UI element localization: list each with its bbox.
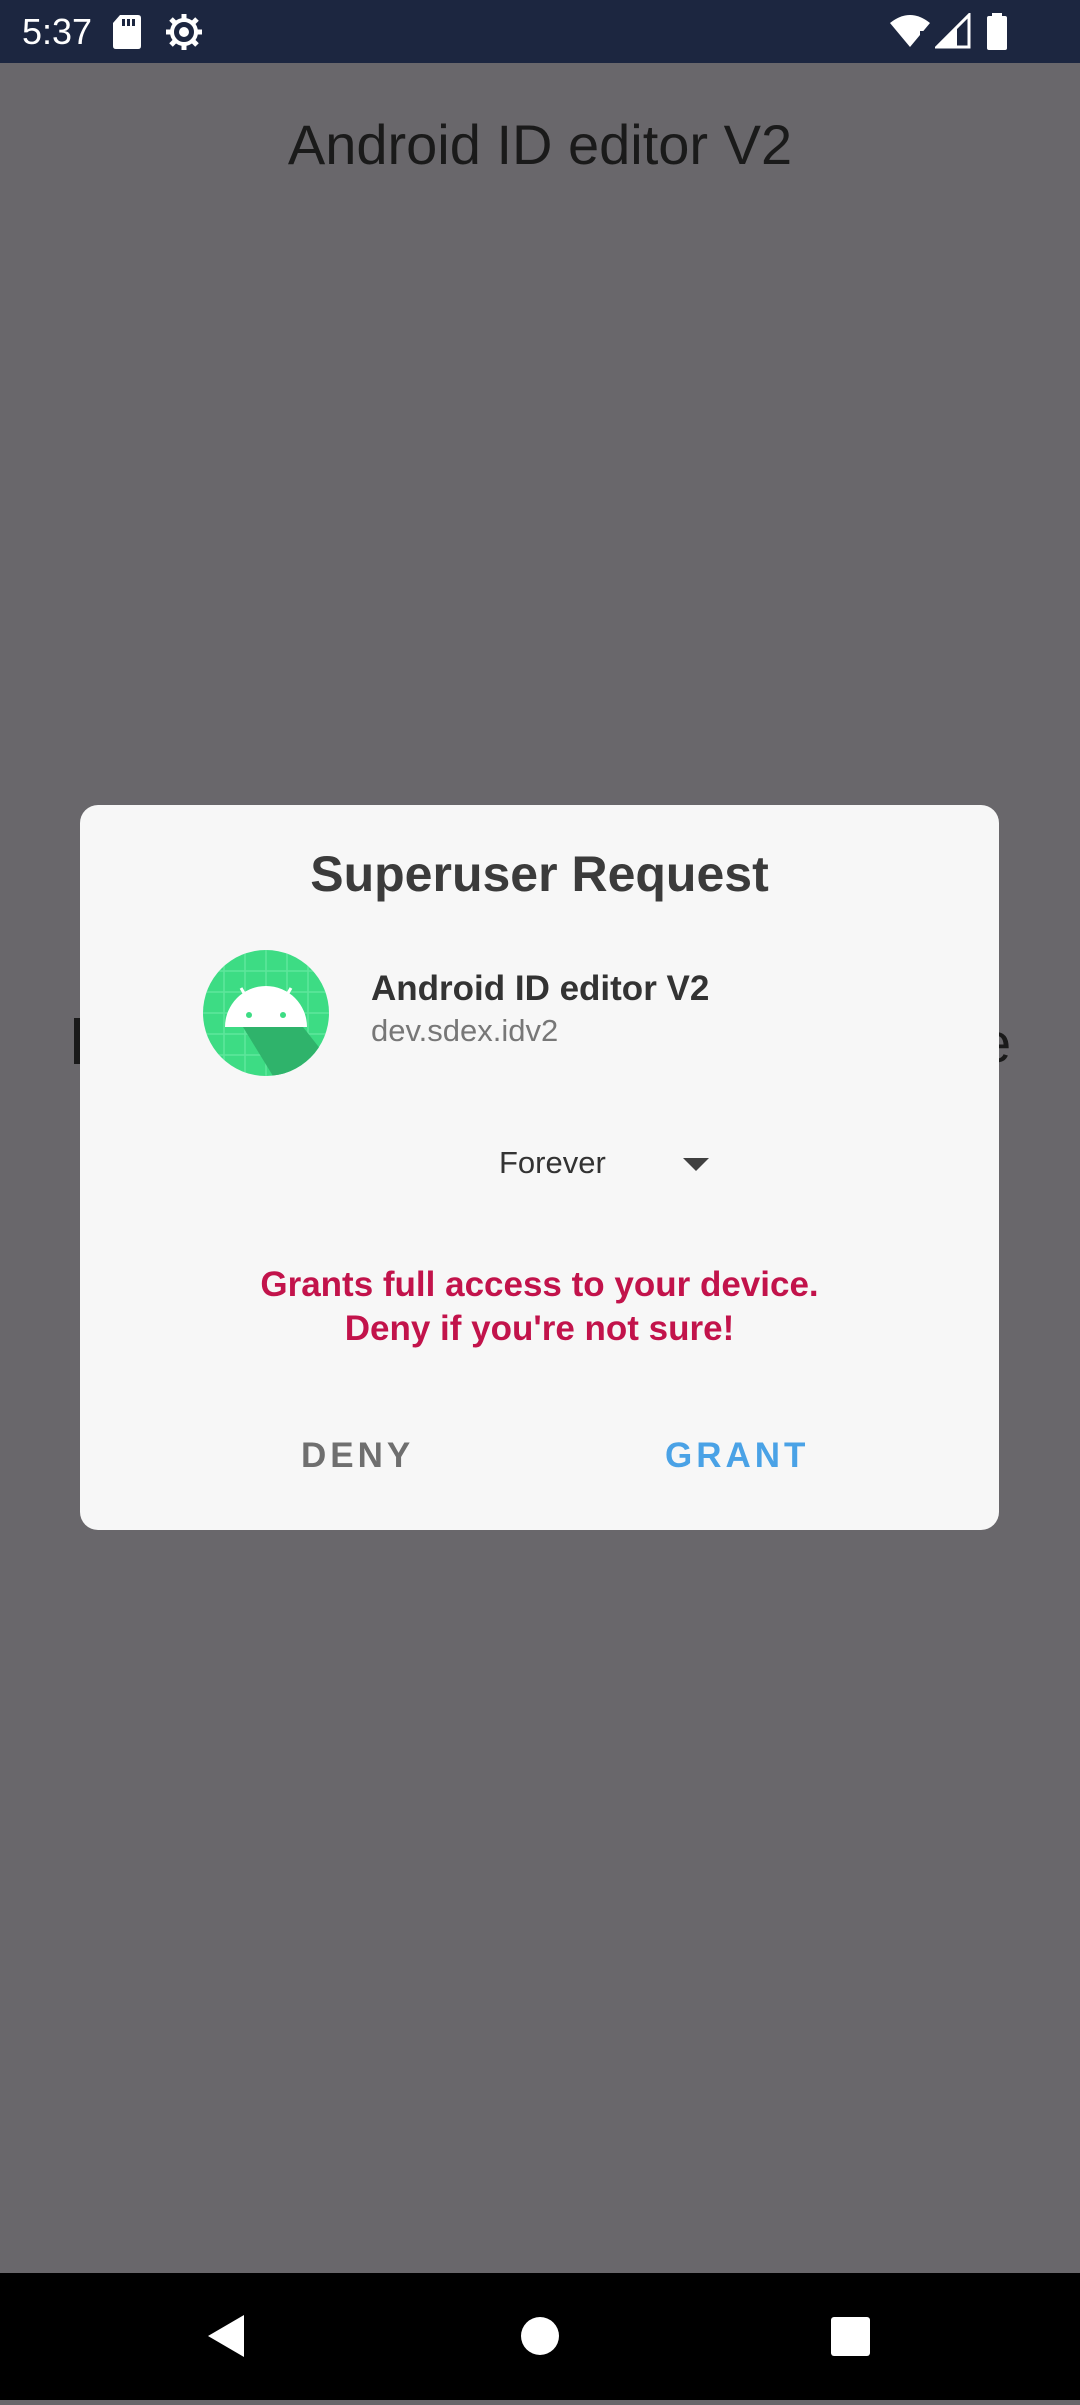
settings-gear-icon [165, 13, 203, 56]
deny-button[interactable]: DENY [295, 1435, 420, 1477]
dropdown-caret-icon [683, 1158, 709, 1171]
duration-dropdown[interactable]: Forever [370, 1135, 730, 1195]
dialog-title: Superuser Request [310, 846, 769, 902]
signal-icon [933, 11, 971, 54]
superuser-dialog: Superuser Request Android ID editor V2 d… [80, 805, 999, 1530]
warning-line-2: Deny if you're not sure! [344, 1309, 735, 1348]
wifi-icon [890, 13, 930, 54]
status-bar: 5:37 [0, 0, 1080, 63]
back-button[interactable] [156, 2273, 296, 2400]
background-app-title: Android ID editor V2 [287, 113, 793, 176]
home-icon [521, 2317, 559, 2355]
status-time: 5:37 [22, 11, 93, 52]
sd-card-icon [112, 13, 142, 54]
duration-selected-value: Forever [499, 1145, 606, 1180]
android-app-icon [203, 950, 329, 1076]
back-icon [208, 2315, 244, 2357]
requesting-app-package: dev.sdex.idv2 [371, 1013, 559, 1048]
recents-button[interactable] [780, 2273, 920, 2400]
grant-button[interactable]: GRANT [659, 1435, 815, 1477]
recents-icon [831, 2317, 870, 2356]
requesting-app-name: Android ID editor V2 [371, 969, 710, 1008]
battery-icon [986, 13, 1008, 56]
warning-message: Grants full access to your device. Deny … [80, 1263, 999, 1351]
navigation-bar [0, 2273, 1080, 2400]
warning-line-1: Grants full access to your device. [260, 1265, 819, 1304]
home-button[interactable] [470, 2273, 610, 2400]
